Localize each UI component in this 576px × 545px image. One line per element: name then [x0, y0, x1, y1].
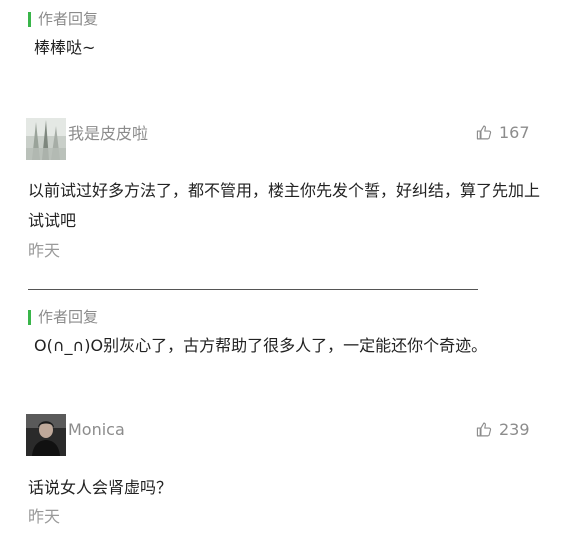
thumbs-up-icon — [476, 125, 492, 140]
like-button[interactable]: 167 — [476, 123, 530, 142]
avatar[interactable] — [26, 414, 66, 456]
comment-text: 以前试过好多方法了，都不管用，楼主你先发个誓，好纠结，算了先加上试试吧 — [28, 181, 541, 230]
like-count: 167 — [499, 123, 530, 142]
author-reply-tag: 作者回复 — [28, 308, 98, 326]
comment-time: 昨天 — [28, 507, 61, 526]
reply-bar — [28, 309, 31, 325]
comment-text: 话说女人会肾虚吗？ — [28, 478, 173, 497]
author-reply-text: O(∩_∩)O别灰心了，古方帮助了很多人了，一定能还你个奇迹。 — [34, 336, 488, 355]
author-reply-tag: 作者回复 — [28, 10, 98, 28]
author-reply-label: 作者回复 — [38, 308, 99, 326]
author-reply-label: 作者回复 — [38, 10, 99, 28]
avatar[interactable] — [26, 118, 66, 160]
like-button[interactable]: 239 — [476, 420, 530, 439]
like-count: 239 — [499, 420, 530, 439]
comment-time: 昨天 — [28, 241, 61, 260]
author-reply-text: 棒棒哒~ — [34, 38, 96, 57]
avatar-image — [26, 414, 66, 456]
thumbs-up-icon — [476, 422, 492, 437]
divider — [28, 289, 478, 290]
avatar-image — [26, 118, 66, 160]
username[interactable]: 我是皮皮啦 — [68, 124, 148, 144]
reply-bar — [28, 11, 31, 27]
username[interactable]: Monica — [68, 420, 125, 440]
